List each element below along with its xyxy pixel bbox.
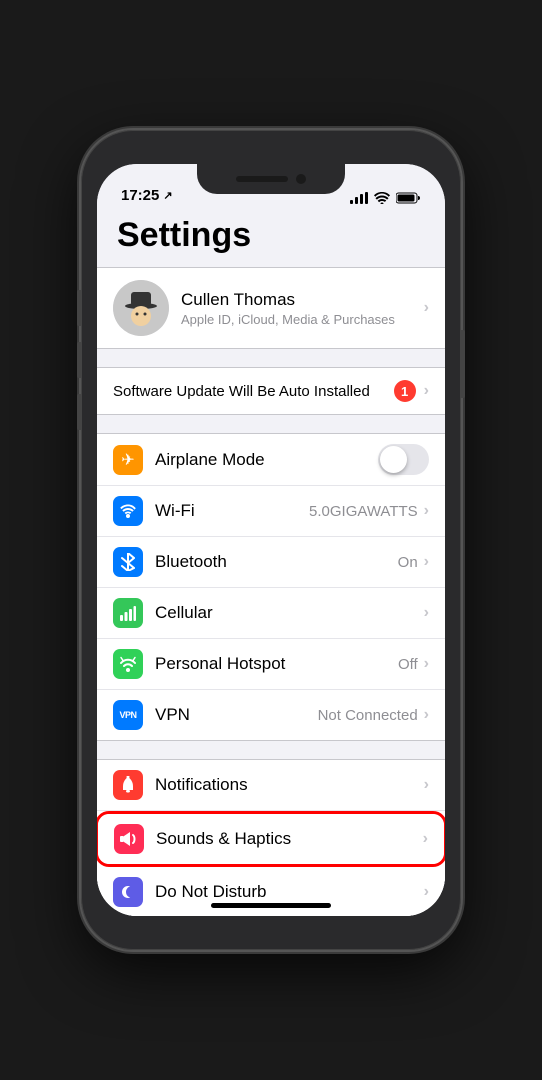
update-text: Software Update Will Be Auto Installed	[113, 383, 394, 400]
wifi-icon	[113, 496, 143, 526]
donotdisturb-chevron: ›	[424, 883, 429, 901]
gap3	[97, 741, 445, 759]
avatar	[113, 280, 169, 336]
battery-icon	[396, 192, 421, 204]
cellular-row[interactable]: Cellular ›	[97, 588, 445, 639]
settings-content: Settings	[97, 208, 445, 916]
update-badge: 1	[394, 380, 416, 402]
sounds-chevron: ›	[423, 830, 428, 848]
phone-frame: 17:25 ↗	[81, 130, 461, 950]
profile-row[interactable]: Cullen Thomas Apple ID, iCloud, Media & …	[97, 267, 445, 349]
vpn-row[interactable]: VPN VPN Not Connected ›	[97, 690, 445, 740]
notifications-label: Notifications	[155, 775, 424, 795]
cellular-label: Cellular	[155, 603, 424, 623]
status-icons	[350, 192, 421, 204]
location-icon: ↗	[163, 189, 172, 202]
cellular-icon	[113, 598, 143, 628]
signal-icon	[350, 192, 368, 204]
status-time: 17:25 ↗	[121, 187, 173, 204]
donotdisturb-label: Do Not Disturb	[155, 882, 424, 902]
airplane-mode-row[interactable]: ✈ Airplane Mode	[97, 434, 445, 486]
cellular-chevron: ›	[424, 604, 429, 622]
sounds-icon	[114, 824, 144, 854]
speaker	[236, 176, 288, 182]
hotspot-row[interactable]: Personal Hotspot Off ›	[97, 639, 445, 690]
screen: 17:25 ↗	[97, 164, 445, 916]
profile-chevron: ›	[424, 299, 429, 317]
vpn-icon: VPN	[113, 700, 143, 730]
wifi-row[interactable]: Wi-Fi 5.0GIGAWATTS ›	[97, 486, 445, 537]
sounds-highlight-border: Sounds & Haptics ›	[97, 811, 445, 867]
update-banner[interactable]: Software Update Will Be Auto Installed 1…	[97, 367, 445, 415]
bluetooth-chevron: ›	[424, 553, 429, 571]
hotspot-chevron: ›	[424, 655, 429, 673]
wifi-chevron: ›	[424, 502, 429, 520]
toggle-thumb	[380, 446, 407, 473]
sounds-row[interactable]: Sounds & Haptics ›	[98, 814, 444, 864]
wifi-status-icon	[374, 192, 390, 204]
airplane-mode-icon: ✈	[113, 445, 143, 475]
profile-subtitle: Apple ID, iCloud, Media & Purchases	[181, 312, 424, 327]
wifi-label: Wi-Fi	[155, 501, 309, 521]
notifications-icon	[113, 770, 143, 800]
settings-group-connectivity: ✈ Airplane Mode	[97, 433, 445, 741]
hotspot-value: Off	[398, 656, 418, 673]
airplane-mode-label: Airplane Mode	[155, 450, 378, 470]
gap2	[97, 415, 445, 433]
sounds-highlight-wrapper: Sounds & Haptics ›	[97, 811, 445, 867]
page-title: Settings	[97, 208, 445, 267]
profile-name: Cullen Thomas	[181, 290, 424, 310]
hotspot-label: Personal Hotspot	[155, 654, 398, 674]
donotdisturb-row[interactable]: Do Not Disturb ›	[97, 867, 445, 916]
update-chevron: ›	[424, 382, 429, 400]
camera	[296, 174, 306, 184]
bluetooth-icon	[113, 547, 143, 577]
notifications-row[interactable]: Notifications ›	[97, 760, 445, 811]
bluetooth-row[interactable]: Bluetooth On ›	[97, 537, 445, 588]
bluetooth-label: Bluetooth	[155, 552, 398, 572]
gap1	[97, 349, 445, 367]
bluetooth-value: On	[398, 554, 418, 571]
settings-group-notifications: Notifications ›	[97, 759, 445, 916]
profile-info: Cullen Thomas Apple ID, iCloud, Media & …	[181, 290, 424, 327]
notifications-chevron: ›	[424, 776, 429, 794]
wifi-value: 5.0GIGAWATTS	[309, 503, 418, 520]
sounds-label: Sounds & Haptics	[156, 829, 423, 849]
vpn-chevron: ›	[424, 706, 429, 724]
vpn-value: Not Connected	[318, 707, 418, 724]
notch	[197, 164, 345, 194]
donotdisturb-icon	[113, 877, 143, 907]
home-indicator	[211, 903, 331, 908]
hotspot-icon	[113, 649, 143, 679]
airplane-toggle[interactable]	[378, 444, 429, 475]
vpn-label: VPN	[155, 705, 318, 725]
